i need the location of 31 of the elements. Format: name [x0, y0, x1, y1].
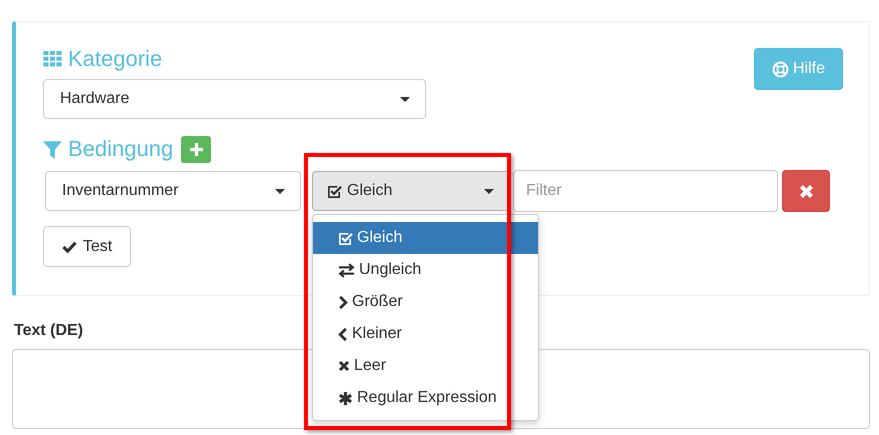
checked-box-icon: [327, 184, 342, 198]
close-icon: [798, 184, 814, 198]
delete-button[interactable]: [782, 170, 830, 212]
field-label: Text (DE): [14, 322, 84, 340]
cross-icon: [338, 360, 350, 372]
filter-icon: [43, 140, 62, 158]
chevron-left-icon: [338, 326, 348, 342]
asterisk-icon: [338, 390, 353, 406]
menu-item[interactable]: Leer: [313, 350, 538, 382]
caret-icon: [400, 96, 410, 102]
checked-box-icon: [338, 230, 353, 246]
chevron-right-icon: [338, 294, 348, 310]
menu-item[interactable]: Ungleich: [313, 254, 538, 286]
test-button[interactable]: Test: [43, 226, 131, 267]
field-select[interactable]: Inventarnummer: [45, 171, 301, 211]
add-button[interactable]: [181, 136, 212, 162]
grid-icon: [43, 51, 62, 67]
filter-field[interactable]: Filter: [513, 170, 778, 212]
check-icon: [62, 240, 77, 252]
plus-icon: [190, 142, 203, 156]
swap-arrows-icon: [338, 262, 355, 278]
section-title: Bedingung: [68, 136, 174, 162]
section-title: Kategorie: [68, 46, 162, 72]
menu-item[interactable]: Regular Expression: [313, 382, 538, 414]
lifebuoy-icon: [772, 60, 789, 78]
menu-item[interactable]: Größer: [313, 286, 538, 318]
menu-item[interactable]: Gleich: [313, 222, 538, 254]
category-select[interactable]: Hardware: [43, 79, 426, 119]
menu-item[interactable]: Kleiner: [313, 318, 538, 350]
caret-icon: [484, 188, 494, 194]
caret-icon: [275, 188, 285, 194]
